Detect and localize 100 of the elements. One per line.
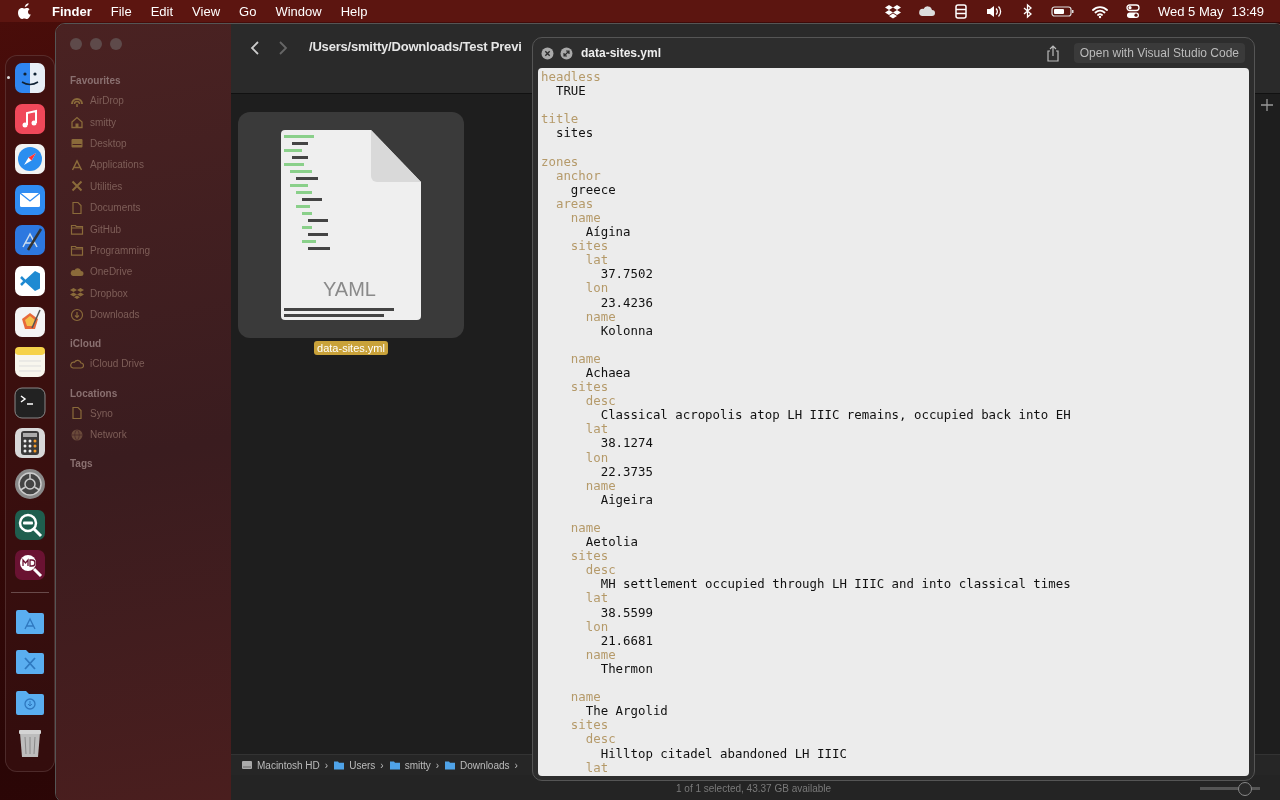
sidebar-item[interactable]: iCloud Drive bbox=[70, 353, 231, 375]
menu-item[interactable]: Help bbox=[340, 3, 368, 19]
yaml-value: Achaea bbox=[584, 365, 632, 381]
yaml-value: 21.6681 bbox=[599, 633, 654, 648]
download-icon bbox=[70, 307, 84, 322]
sidebar-item[interactable]: Desktop bbox=[70, 132, 231, 155]
yaml-key: name bbox=[541, 351, 1246, 366]
music-note-icon[interactable] bbox=[14, 102, 46, 135]
compass-icon[interactable] bbox=[14, 143, 46, 176]
finder-icon[interactable] bbox=[14, 62, 46, 94]
yaml-key: desc bbox=[541, 394, 1246, 409]
path-separator: › bbox=[380, 759, 384, 771]
yaml-value: Thermon bbox=[599, 661, 654, 677]
apple-logo-icon[interactable] bbox=[18, 3, 32, 19]
gear-icon[interactable] bbox=[14, 467, 46, 500]
slider-thumb[interactable] bbox=[1238, 781, 1252, 796]
sidebar-section-title: Locations bbox=[70, 386, 119, 401]
menu-item[interactable]: View bbox=[192, 3, 221, 19]
close-icon[interactable] bbox=[541, 46, 554, 60]
yaml-value: The Argolid bbox=[584, 704, 669, 719]
menu-bar-time[interactable]: 13:49 bbox=[1231, 3, 1264, 19]
yaml-key: sites bbox=[541, 549, 1246, 564]
folder-icon bbox=[70, 243, 84, 258]
share-icon[interactable] bbox=[1045, 44, 1060, 62]
yaml-key: lat bbox=[541, 422, 1246, 437]
file-name[interactable]: data-sites.yml bbox=[314, 341, 388, 355]
add-tab-icon[interactable] bbox=[1260, 98, 1274, 112]
sidebar-item[interactable]: Programming bbox=[70, 239, 231, 262]
yaml-value: 23.4236 bbox=[599, 295, 654, 310]
yaml-key: anchor bbox=[541, 168, 1246, 183]
yaml-value: 22.3735 bbox=[599, 464, 654, 479]
yaml-key: name bbox=[541, 647, 1246, 662]
sidebar-section-title: iCloud bbox=[70, 337, 103, 352]
path-separator: › bbox=[435, 759, 440, 771]
document-thumbnail[interactable]: YAML bbox=[281, 130, 421, 320]
sidebar-item[interactable]: Utilities bbox=[70, 175, 231, 197]
yaml-value: Hilltop citadel abandoned LH IIIC bbox=[599, 746, 848, 761]
path-item[interactable]: Macintosh HD bbox=[241, 759, 320, 771]
sidebar-section-title: Favourites bbox=[70, 74, 122, 88]
folder-icon bbox=[333, 759, 346, 771]
folder-icon bbox=[444, 759, 457, 771]
status-text: 1 of 1 selected, 43.37 GB available bbox=[676, 783, 833, 794]
menu-item[interactable]: Window bbox=[275, 3, 322, 19]
sidebar-item[interactable]: Downloads bbox=[70, 303, 231, 326]
sidebar-item[interactable]: Network bbox=[70, 424, 231, 446]
sidebar-item[interactable]: Syno bbox=[70, 402, 231, 425]
sidebar-item[interactable]: OneDrive bbox=[70, 261, 231, 283]
code-editor-icon[interactable] bbox=[14, 264, 46, 297]
yaml-key: sites bbox=[541, 380, 1246, 395]
menu-item[interactable]: Edit bbox=[150, 3, 174, 19]
sidebar-item[interactable]: Documents bbox=[70, 196, 231, 219]
sidebar-section-title: Tags bbox=[70, 457, 94, 472]
terminal-icon[interactable] bbox=[14, 386, 46, 419]
yaml-key: name bbox=[541, 521, 1246, 536]
sidebar-item[interactable]: smitty bbox=[70, 111, 231, 133]
hammer-icon[interactable] bbox=[14, 224, 46, 257]
fullscreen-icon[interactable] bbox=[560, 46, 573, 60]
yaml-key: name bbox=[541, 690, 1246, 705]
magnifier-icon[interactable] bbox=[14, 508, 46, 541]
yaml-value: TRUE bbox=[554, 84, 587, 99]
path-item[interactable]: Users bbox=[333, 759, 376, 771]
sidebar-item[interactable]: GitHub bbox=[70, 218, 231, 240]
calculator-icon[interactable] bbox=[14, 427, 46, 460]
yaml-key: lon bbox=[541, 450, 1246, 465]
path-separator: › bbox=[324, 759, 329, 771]
open-with-button[interactable]: Open with Visual Studio Code bbox=[1073, 43, 1245, 63]
menu-bar-date[interactable]: Wed 5 May bbox=[1157, 3, 1224, 19]
yaml-key: name bbox=[541, 210, 1246, 226]
sidebar-item[interactable]: Applications bbox=[70, 154, 231, 176]
paint-icon[interactable] bbox=[14, 305, 46, 338]
control-center-icon[interactable] bbox=[1124, 2, 1141, 20]
sidebar-item[interactable]: AirDrop bbox=[70, 90, 231, 112]
yaml-value: 37.7502 bbox=[599, 267, 654, 282]
app-menu[interactable]: Finder bbox=[52, 3, 92, 19]
globe-icon bbox=[70, 427, 84, 442]
yaml-key: lat bbox=[541, 591, 1246, 606]
magnifier-icon[interactable] bbox=[14, 549, 46, 582]
path-item[interactable]: smitty bbox=[388, 759, 431, 771]
yaml-value: Aígina bbox=[584, 225, 632, 240]
menu-item[interactable]: Go bbox=[239, 3, 257, 19]
monitor-icon bbox=[70, 136, 84, 151]
yaml-value: Aigeira bbox=[599, 492, 654, 507]
menu-item[interactable]: File bbox=[110, 3, 132, 19]
yaml-value: 38.5599 bbox=[599, 605, 654, 620]
sidebar-item[interactable]: Dropbox bbox=[70, 282, 231, 304]
tools-icon bbox=[70, 179, 84, 194]
path-item[interactable]: Downloads bbox=[444, 759, 510, 771]
yaml-key: lon bbox=[541, 619, 1246, 634]
yaml-key: title bbox=[541, 112, 1246, 127]
yaml-value: Classical acropolis atop LH IIIC remains, occupied back into EH bbox=[599, 408, 1072, 423]
dropbox-icon[interactable] bbox=[884, 2, 901, 20]
yaml-key: sites bbox=[541, 718, 1246, 733]
document-icon bbox=[70, 200, 84, 215]
envelope-icon[interactable] bbox=[14, 183, 46, 216]
dropbox-icon bbox=[70, 286, 84, 301]
preview-title: data-sites.yml bbox=[581, 46, 662, 60]
yaml-value: Kolonna bbox=[599, 323, 654, 338]
yaml-key: desc bbox=[541, 732, 1246, 747]
notepad-icon[interactable] bbox=[14, 346, 46, 379]
storage-icon[interactable] bbox=[952, 2, 969, 20]
